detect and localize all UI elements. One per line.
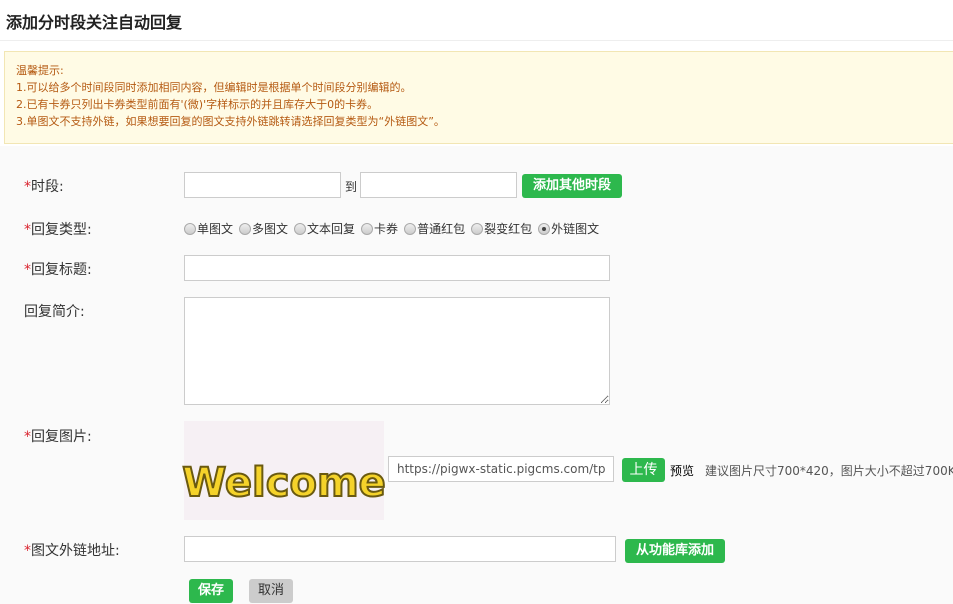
radio-external-news[interactable]: 外链图文 xyxy=(538,220,599,237)
to-label: 到 xyxy=(345,178,357,195)
radio-single-news[interactable]: 单图文 xyxy=(184,220,233,237)
reply-image-label: *回复图片: xyxy=(24,426,92,446)
radio-text[interactable]: 文本回复 xyxy=(294,220,355,237)
radio-coupon[interactable]: 卡券 xyxy=(361,220,398,237)
notice-box: 温馨提示: 1.可以给多个时间段同时添加相同内容，但编辑时是根据单个时间段分别编… xyxy=(4,51,953,144)
notice-line: 3.单图文不支持外链，如果想要回复的图文支持外链跳转请选择回复类型为“外链图文”… xyxy=(16,113,947,130)
image-hint: 建议图片尺寸700*420，图片大小不超过700K xyxy=(705,462,953,479)
add-from-library-button[interactable]: 从功能库添加 xyxy=(625,539,725,563)
reply-image-preview: Welcome xyxy=(184,421,384,520)
reply-type-radios: 单图文 多图文 文本回复 卡券 普通红包 裂变红包 外链图文 xyxy=(184,220,605,237)
notice-line: 2.已有卡券只列出卡券类型前面有'(微)'字样标示的并且库存大于0的卡券。 xyxy=(16,96,947,113)
radio-red-packet[interactable]: 普通红包 xyxy=(404,220,465,237)
radio-multi-news[interactable]: 多图文 xyxy=(239,220,288,237)
notice-line: 1.可以给多个时间段同时添加相同内容，但编辑时是根据单个时间段分别编辑的。 xyxy=(16,79,947,96)
image-url-input[interactable] xyxy=(388,456,614,482)
link-label: *图文外链地址: xyxy=(24,540,120,560)
page-title: 添加分时段关注自动回复 xyxy=(6,9,182,33)
cancel-button[interactable]: 取消 xyxy=(249,579,293,603)
reply-type-label: *回复类型: xyxy=(24,219,92,239)
reply-title-label: *回复标题: xyxy=(24,259,92,279)
reply-title-input[interactable] xyxy=(184,255,610,281)
reply-intro-label: 回复简介: xyxy=(24,301,85,321)
save-button[interactable]: 保存 xyxy=(189,579,233,603)
period-start-input[interactable] xyxy=(184,172,341,198)
notice-heading: 温馨提示: xyxy=(16,62,947,79)
period-label: *时段: xyxy=(24,176,64,196)
period-end-input[interactable] xyxy=(360,172,517,198)
upload-button[interactable]: 上传 xyxy=(622,458,665,482)
divider xyxy=(0,40,953,41)
reply-intro-textarea[interactable] xyxy=(184,297,610,405)
radio-fission-red-packet[interactable]: 裂变红包 xyxy=(471,220,532,237)
link-input[interactable] xyxy=(184,536,616,562)
add-period-button[interactable]: 添加其他时段 xyxy=(522,174,622,198)
preview-link[interactable]: 预览 xyxy=(670,462,694,479)
